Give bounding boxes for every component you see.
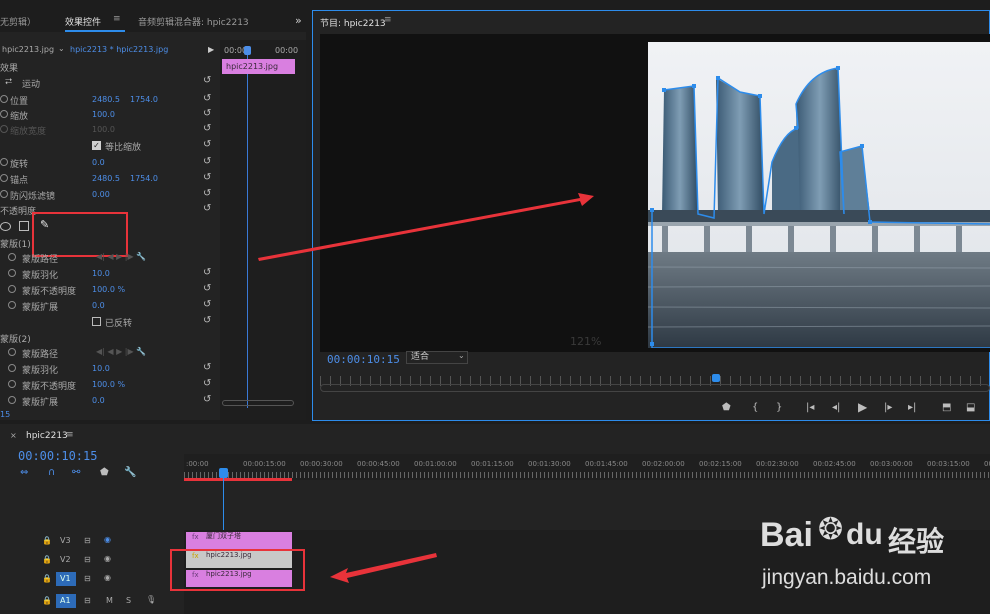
- annotation-arrow-to-clips: [330, 553, 437, 583]
- baidu-watermark: Bai ❂ du 经验 jingyan.baidu.com: [760, 512, 988, 604]
- watermark-brand-du: du: [846, 518, 883, 551]
- annotation-arrow-to-monitor: [258, 193, 594, 261]
- watermark-brand: Bai: [760, 516, 813, 554]
- paw-icon: ❂: [818, 512, 844, 547]
- watermark-url: jingyan.baidu.com: [762, 566, 932, 589]
- watermark-product: 经验: [888, 525, 945, 558]
